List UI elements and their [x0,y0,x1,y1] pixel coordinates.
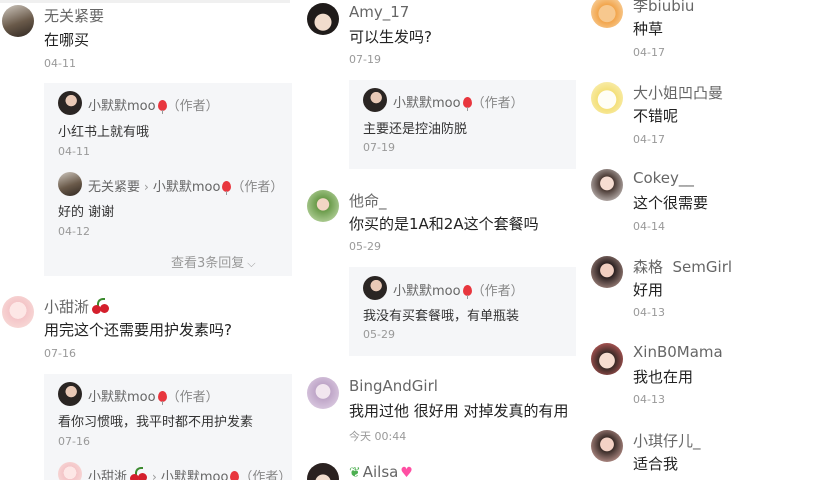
author-tag: （作者） [471,284,524,299]
view-more-replies[interactable]: 查看3条回复 ⌵ [171,252,256,271]
reply-author[interactable]: 无关紧要 › 小默默moo （作者） [88,176,283,195]
commenter-name[interactable]: Cokey__ [633,169,694,187]
comment-date: 04-13 [633,393,665,406]
commenter-name[interactable]: 森格 SemGirl [633,256,732,277]
author-name: 小默默moo [393,284,461,299]
commenter-name[interactable]: 无关紧要 [44,5,104,26]
author-tag: （作者） [166,99,219,114]
balloon-icon [462,285,472,299]
comment-date: 04-17 [633,46,665,59]
avatar[interactable] [307,377,339,409]
comment-text[interactable]: 你买的是1A和2A这个套餐吗 [349,213,539,234]
comment-text[interactable]: 好用 [633,279,663,300]
reply-author[interactable]: 小默默moo （作者） [393,280,524,299]
avatar[interactable] [307,463,339,480]
comment-text[interactable]: 在哪买 [44,29,89,50]
commenter-name[interactable]: 李biubiu [633,0,694,16]
comment-text[interactable]: 用完这个还需要用护发素吗? [44,319,232,340]
view-more-label: 查看3条回复 [171,256,245,271]
leaf-emoji: ❦ [349,465,361,480]
commenter-name[interactable]: Amy_17 [349,3,409,21]
avatar[interactable] [591,343,623,375]
avatar[interactable] [2,5,34,37]
reply-text[interactable]: 我没有买套餐哦，有单瓶装 [363,305,519,324]
comment-text[interactable]: 我用过他 很好用 对掉发真的有用 [349,400,569,421]
commenter-name-text: Ailsa [362,463,399,480]
avatar[interactable] [591,169,623,201]
author-name: 小默默moo [393,96,461,111]
avatar[interactable] [307,190,339,222]
author-tag: （作者） [166,390,219,405]
reply-author[interactable]: 小默默moo （作者） [88,386,219,405]
comment-text[interactable]: 种草 [633,18,663,39]
comment-text[interactable]: 不错呢 [633,105,678,126]
avatar[interactable] [591,82,623,114]
commenter-name[interactable]: 他命_ [349,190,387,211]
reply-author[interactable]: 小默默moo （作者） [393,92,524,111]
comment-text[interactable]: 适合我 [633,453,678,474]
reply-text[interactable]: 好的 谢谢 [58,201,114,220]
avatar[interactable] [58,382,82,406]
comment-date: 07-16 [44,347,76,360]
author-tag: （作者） [239,470,292,480]
author-tag: （作者） [231,180,284,195]
author-name: 小默默moo [88,99,156,114]
to-name: 小默默moo [152,180,221,195]
commenter-name[interactable]: 大小姐凹凸曼 [633,82,723,103]
commenter-name[interactable]: 小甜淅 [44,296,110,317]
from-name: 小甜淅 [88,470,128,480]
reply-text[interactable]: 看你习惯哦，我平时都不用护发素 [58,411,253,430]
cherry-emoji [130,467,148,480]
reply-date: 07-16 [58,435,90,448]
avatar[interactable] [2,296,34,328]
reply-author[interactable]: 小默默moo （作者） [88,95,219,114]
comment-date: 04-13 [633,306,665,319]
avatar[interactable] [363,88,387,112]
chevron-down-icon: ⌵ [247,257,256,270]
reply-date: 04-11 [58,145,90,158]
avatar[interactable] [58,91,82,115]
cherry-emoji [92,298,110,314]
reply-date: 04-12 [58,225,90,238]
chevron-right-icon: › [152,470,157,480]
balloon-icon [157,100,167,114]
avatar[interactable] [307,3,339,35]
commenter-name[interactable]: 小琪仔儿_ [633,430,701,451]
avatar[interactable] [591,0,623,28]
author-tag: （作者） [471,96,524,111]
avatar[interactable] [591,256,623,288]
reply-date: 05-29 [363,328,395,341]
commenter-name[interactable]: XinB0Mama [633,343,723,361]
balloon-icon [230,471,240,480]
balloon-icon [462,97,472,111]
comment-date: 07-19 [349,53,381,66]
comment-date: 04-14 [633,220,665,233]
reply-author[interactable]: 小甜淅 › 小默默moo （作者） [88,466,291,480]
to-name: 小默默moo [160,470,229,480]
from-name: 无关紧要 [88,180,141,195]
chevron-right-icon: › [144,180,149,194]
comment-text[interactable]: 可以生发吗? [349,26,432,47]
comment-text[interactable]: 这个很需要 [633,192,708,213]
balloon-icon [157,391,167,405]
heart-emoji: ♥ [400,465,413,480]
avatar[interactable] [363,276,387,300]
reply-text[interactable]: 小红书上就有哦 [58,121,149,140]
reply-date: 07-19 [363,141,395,154]
avatar[interactable] [58,172,82,196]
avatar[interactable] [591,430,623,462]
comment-date: 今天 00:44 [349,430,407,443]
comment-date: 04-17 [633,133,665,146]
commenter-name[interactable]: ❦ Ailsa ♥ [349,463,413,480]
avatar[interactable] [58,462,82,480]
commenter-name[interactable]: BingAndGirl [349,377,438,395]
top-divider [0,0,290,3]
comment-date: 05-29 [349,240,381,253]
author-name: 小默默moo [88,390,156,405]
comment-text[interactable]: 我也在用 [633,366,693,387]
comment-date: 04-11 [44,57,76,70]
reply-text[interactable]: 主要还是控油防脱 [363,118,467,137]
commenter-name-text: 小甜淅 [44,298,90,316]
